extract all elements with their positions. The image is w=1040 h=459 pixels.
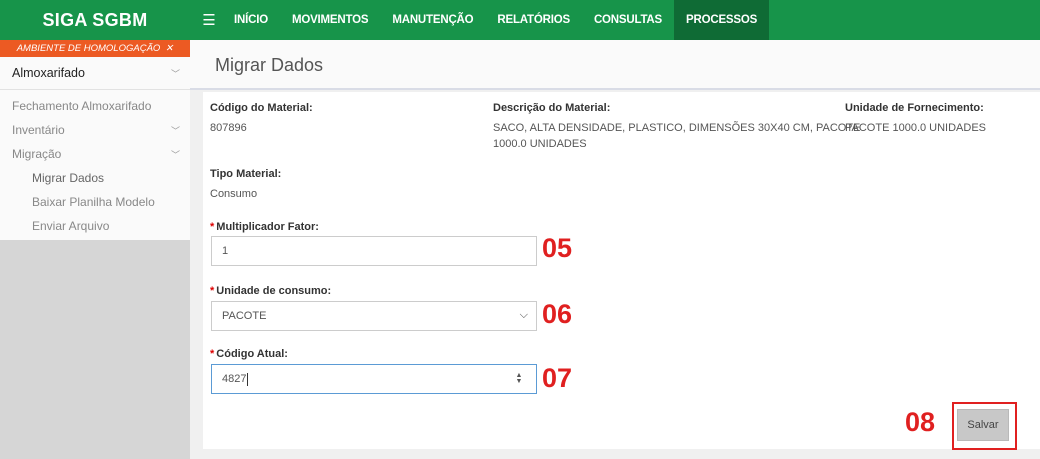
- sidebar-item-almoxarifado[interactable]: Almoxarifado ﹀: [0, 57, 190, 90]
- nav-relatorios[interactable]: RELATÓRIOS: [485, 0, 582, 40]
- required-mark: *: [210, 221, 215, 233]
- tipo-material-label: Tipo Material:: [210, 168, 282, 180]
- hamburger-icon[interactable]: ☰: [196, 0, 222, 40]
- nav-processos[interactable]: PROCESSOS: [674, 0, 770, 40]
- codigo-atual-input-value: 4827: [222, 373, 247, 385]
- chevron-down-icon: ﹀: [170, 68, 180, 79]
- nav-consultas[interactable]: CONSULTAS: [582, 0, 674, 40]
- unidade-fornecimento-value: PACOTE 1000.0 UNIDADES: [845, 122, 987, 134]
- multiplicador-label-text: Multiplicador Fator:: [216, 221, 319, 233]
- sidebar-item-baixar-planilha[interactable]: Baixar Planilha Modelo: [0, 190, 190, 214]
- sidebar-item-inventario[interactable]: Inventário ﹀: [0, 118, 190, 142]
- top-navbar: SIGA SGBM ☰ INÍCIO MOVIMENTOS MANUTENÇÃO…: [0, 0, 1040, 40]
- nav-manutencao[interactable]: MANUTENÇÃO: [380, 0, 485, 40]
- nav-movimentos[interactable]: MOVIMENTOS: [280, 0, 380, 40]
- descricao-material-line: SACO, ALTA DENSIDADE, PLASTICO, DIMENSÕE…: [493, 122, 861, 134]
- form-card: Código do Material: 807896 Descrição do …: [203, 92, 1040, 449]
- sidebar: AMBIENTE DE HOMOLOGAÇÃO ✕ Almoxarifado ﹀…: [0, 40, 190, 459]
- codigo-atual-label: * Código Atual:: [210, 348, 288, 360]
- text-caret: [247, 372, 249, 386]
- environment-banner: AMBIENTE DE HOMOLOGAÇÃO ✕: [0, 40, 190, 57]
- sidebar-item-label: Inventário: [12, 123, 65, 137]
- codigo-material-value: 807896: [210, 122, 247, 134]
- sidebar-item-label: Enviar Arquivo: [32, 219, 110, 233]
- descricao-material-label: Descrição do Material:: [493, 102, 611, 114]
- unidade-fornecimento-label: Unidade de Fornecimento:: [845, 102, 984, 114]
- sidebar-item-label: Migrar Dados: [32, 171, 105, 185]
- required-mark: *: [210, 285, 215, 297]
- codigo-material-label: Código do Material:: [210, 102, 313, 114]
- sidebar-item-label: Fechamento Almoxarifado: [12, 99, 152, 113]
- unidade-consumo-selected: PACOTE: [222, 310, 267, 322]
- chevron-down-icon: ﹀: [170, 149, 180, 160]
- sidebar-item-label: Migração: [12, 147, 62, 161]
- tipo-material-value: Consumo: [210, 188, 258, 200]
- chevron-down-icon: ﹀: [170, 125, 180, 136]
- multiplicador-label: * Multiplicador Fator:: [210, 221, 319, 233]
- unidade-consumo-label-text: Unidade de consumo:: [216, 285, 332, 297]
- app-brand[interactable]: SIGA SGBM: [0, 0, 190, 40]
- required-mark: *: [210, 348, 215, 360]
- multiplicador-input-value: 1: [222, 245, 229, 257]
- descricao-material-line: 1000.0 UNIDADES: [493, 138, 587, 150]
- step-annotation-05: 05: [542, 233, 573, 263]
- sidebar-item-enviar-arquivo[interactable]: Enviar Arquivo: [0, 214, 190, 238]
- sidebar-item-label: Almoxarifado: [12, 66, 85, 80]
- page-title: Migrar Dados: [215, 55, 324, 75]
- page-header: Migrar Dados: [190, 40, 1040, 90]
- multiplicador-input[interactable]: 1: [211, 236, 537, 266]
- codigo-atual-input[interactable]: 4827 ▲ ▼: [211, 364, 537, 394]
- step-annotation-06: 06: [542, 299, 573, 329]
- tools-icon: ✕: [165, 43, 174, 54]
- unidade-consumo-label: * Unidade de consumo:: [210, 285, 331, 297]
- codigo-atual-label-text: Código Atual:: [216, 348, 288, 360]
- unidade-consumo-select[interactable]: PACOTE ⌵: [211, 301, 537, 331]
- save-button[interactable]: Salvar: [957, 409, 1009, 441]
- descricao-material-value: SACO, ALTA DENSIDADE, PLASTICO, DIMENSÕE…: [493, 120, 860, 152]
- chevron-down-icon: ⌵: [519, 309, 528, 321]
- sidebar-item-migracao[interactable]: Migração ﹀: [0, 142, 190, 166]
- sidebar-item-migrar-dados[interactable]: Migrar Dados: [0, 166, 190, 190]
- nav-inicio[interactable]: INÍCIO: [222, 0, 280, 40]
- environment-banner-label: AMBIENTE DE HOMOLOGAÇÃO: [16, 43, 161, 54]
- step-annotation-08: 08: [905, 407, 936, 437]
- sidebar-item-fechamento[interactable]: Fechamento Almoxarifado: [0, 94, 190, 118]
- sidebar-item-label: Baixar Planilha Modelo: [32, 195, 155, 209]
- step-annotation-07: 07: [542, 363, 573, 393]
- sidebar-menu: AMBIENTE DE HOMOLOGAÇÃO ✕ Almoxarifado ﹀…: [0, 40, 190, 240]
- number-spinner-icon[interactable]: ▲ ▼: [514, 372, 524, 385]
